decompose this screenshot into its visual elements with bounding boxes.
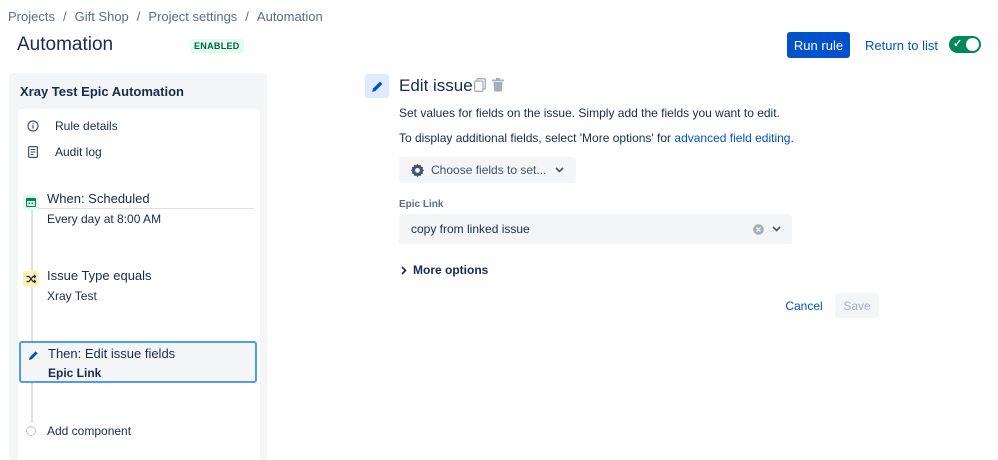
add-component-button[interactable]: Add component — [47, 424, 131, 438]
check-icon: ✓ — [953, 38, 963, 50]
advanced-field-editing-link[interactable]: advanced field editing — [674, 131, 790, 145]
epic-link-select[interactable]: copy from linked issue — [399, 214, 792, 244]
hint-suffix: . — [790, 131, 794, 145]
divider — [26, 208, 254, 209]
breadcrumb-item-projects[interactable]: Projects — [8, 9, 55, 24]
page-title: Automation — [17, 34, 114, 55]
sidebar-item-audit-log[interactable]: Audit log — [18, 145, 102, 159]
cancel-button[interactable]: Cancel — [780, 293, 828, 318]
toggle-knob — [966, 38, 979, 51]
breadcrumb-separator: / — [136, 9, 141, 24]
advanced-editing-hint: To display additional fields, select 'Mo… — [399, 131, 794, 145]
step-subtitle: Epic Link — [48, 366, 102, 380]
breadcrumb-separator: / — [245, 9, 249, 24]
add-component-dot — [26, 426, 36, 436]
return-to-list-link[interactable]: Return to list — [865, 38, 938, 53]
epic-link-value: copy from linked issue — [411, 222, 530, 236]
trash-icon[interactable] — [492, 78, 504, 95]
chevron-down-icon — [555, 167, 564, 173]
sidebar-item-label: Rule details — [55, 119, 118, 133]
document-icon — [26, 145, 40, 159]
status-badge: ENABLED — [190, 39, 244, 53]
chevron-down-icon[interactable] — [772, 226, 781, 232]
rule-components-panel: Rule details Audit log — [18, 109, 260, 460]
more-options-label: More options — [413, 263, 489, 277]
calendar-icon — [23, 194, 39, 210]
field-label-epic-link: Epic Link — [399, 199, 444, 210]
sidebar-item-rule-details[interactable]: Rule details — [18, 119, 118, 133]
breadcrumb-item-gift-shop[interactable]: Gift Shop — [75, 9, 129, 24]
clear-icon[interactable] — [753, 223, 764, 235]
rule-enabled-toggle[interactable]: ✓ — [949, 36, 981, 53]
breadcrumb-item-automation[interactable]: Automation — [257, 9, 323, 24]
breadcrumb: Projects / Gift Shop / Project settings … — [8, 9, 323, 24]
step-subtitle: Xray Test — [47, 289, 97, 303]
shuffle-icon — [23, 271, 39, 287]
step-title: When: Scheduled — [47, 191, 150, 206]
action-title: Edit issue — [399, 76, 473, 95]
action-description: Set values for fields on the issue. Simp… — [399, 106, 780, 120]
pencil-icon — [26, 348, 40, 362]
choose-fields-label: Choose fields to set... — [431, 163, 547, 177]
run-rule-button[interactable]: Run rule — [787, 32, 850, 58]
more-options-toggle[interactable]: More options — [401, 263, 488, 277]
choose-fields-dropdown[interactable]: Choose fields to set... — [399, 157, 576, 183]
info-icon — [26, 119, 40, 133]
gear-icon — [410, 163, 425, 178]
rule-sidebar: Xray Test Epic Automation Rule details A… — [9, 73, 267, 460]
step-title: Issue Type equals — [47, 268, 152, 283]
pencil-icon — [365, 74, 389, 98]
breadcrumb-separator: / — [62, 9, 67, 24]
timeline-connector — [31, 198, 33, 423]
sidebar-item-label: Audit log — [55, 145, 102, 159]
step-subtitle: Every day at 8:00 AM — [47, 212, 162, 226]
rule-name: Xray Test Epic Automation — [20, 84, 184, 99]
hint-text: To display additional fields, select 'Mo… — [399, 131, 675, 145]
save-button[interactable]: Save — [835, 293, 879, 318]
step-action-edit-issue-fields[interactable]: Then: Edit issue fields Epic Link — [19, 341, 257, 383]
breadcrumb-item-project-settings[interactable]: Project settings — [148, 9, 237, 24]
chevron-right-icon — [401, 265, 407, 275]
copy-icon[interactable] — [474, 78, 486, 95]
step-title: Then: Edit issue fields — [48, 346, 176, 361]
